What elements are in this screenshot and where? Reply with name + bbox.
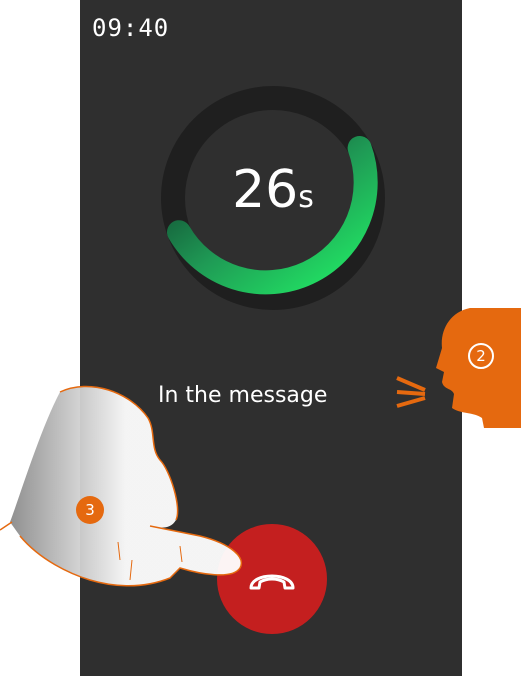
status-time: 09:40 [92, 14, 170, 42]
step-badge-tap: 3 [76, 496, 104, 524]
intercom-screen: 09:40 26s In the message [80, 0, 462, 676]
step-badge-speak: 2 [468, 343, 494, 369]
timer-unit: s [298, 180, 314, 215]
call-status-message: In the message [158, 383, 328, 408]
timer-value: 26 [232, 160, 299, 220]
phone-hangup-icon [249, 574, 295, 590]
speech-lines-icon [396, 376, 426, 408]
end-call-button[interactable] [217, 524, 327, 634]
countdown-timer: 26s [153, 160, 393, 228]
